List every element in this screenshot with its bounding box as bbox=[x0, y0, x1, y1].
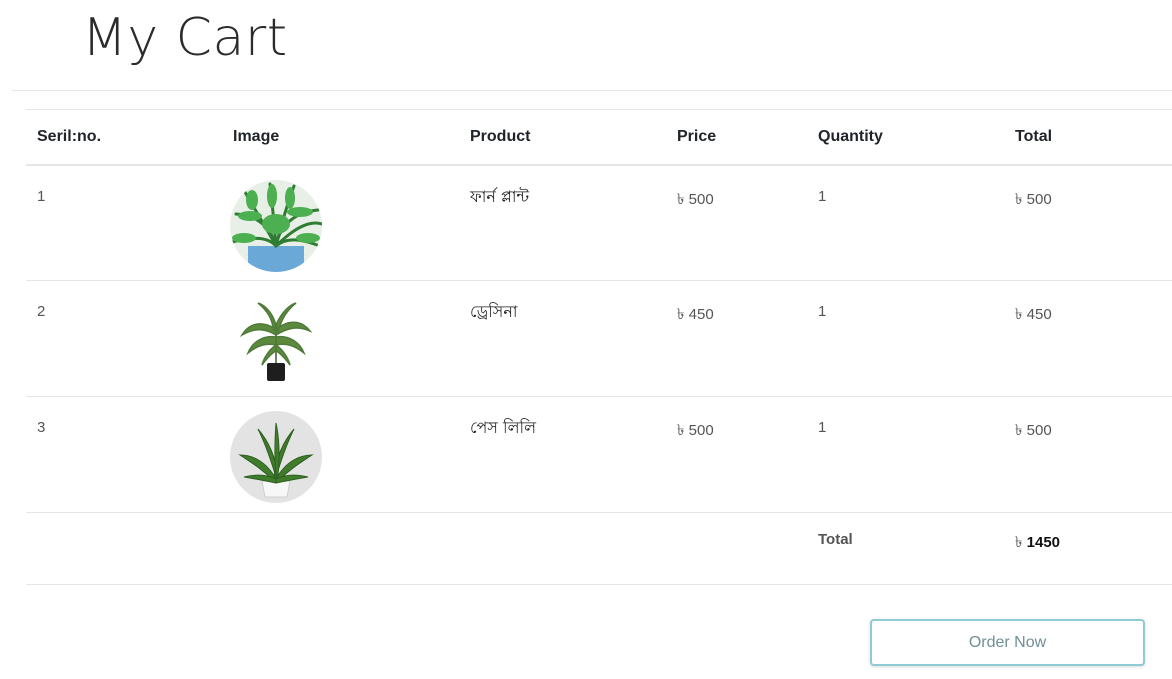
image-cell bbox=[222, 280, 459, 397]
header-serial: Seril:no. bbox=[26, 109, 222, 166]
empty-cell bbox=[26, 512, 222, 585]
header-image: Image bbox=[222, 109, 459, 166]
quantity-cell: 1 bbox=[807, 396, 1004, 513]
serial-cell: 3 bbox=[26, 396, 222, 513]
currency-symbol: ৳ bbox=[1015, 534, 1023, 551]
price-cell: ৳ 500 bbox=[666, 164, 807, 281]
row-total-cell: ৳ 500 bbox=[1004, 164, 1172, 281]
total-row: Total ৳ 1450 bbox=[26, 512, 1172, 585]
row-total-cell: ৳ 450 bbox=[1004, 280, 1172, 397]
header-price: Price bbox=[666, 109, 807, 166]
quantity-cell: 1 bbox=[807, 280, 1004, 397]
image-cell bbox=[222, 396, 459, 513]
empty-cell bbox=[459, 512, 666, 585]
product-name: ড্রেসিনা bbox=[459, 280, 666, 397]
order-now-button[interactable]: Order Now bbox=[870, 619, 1145, 666]
peace-lily-plant-image bbox=[230, 411, 322, 503]
header-product: Product bbox=[459, 109, 666, 166]
image-cell bbox=[222, 164, 459, 281]
table-row: 3 পেস লিলি ৳ 500 1 ৳ 500 bbox=[26, 396, 1172, 513]
row-total-cell: ৳ 500 bbox=[1004, 396, 1172, 513]
title-divider bbox=[12, 90, 1172, 91]
grand-total-value: ৳ 1450 bbox=[1004, 512, 1172, 585]
table-row: 2 ড্রেসিনা ৳ 450 1 ৳ 450 bbox=[26, 280, 1172, 397]
empty-cell bbox=[666, 512, 807, 585]
page-title: My Cart bbox=[82, 8, 288, 68]
fern-plant-image bbox=[230, 179, 322, 272]
header-quantity: Quantity bbox=[807, 109, 1004, 166]
price-cell: ৳ 500 bbox=[666, 396, 807, 513]
cart-table: Seril:no. Image Product Price Quantity T… bbox=[26, 109, 1172, 585]
header-total: Total bbox=[1004, 109, 1172, 166]
product-name: ফার্ন প্লান্ট bbox=[459, 164, 666, 281]
product-name: পেস লিলি bbox=[459, 396, 666, 513]
table-header-row: Seril:no. Image Product Price Quantity T… bbox=[26, 109, 1172, 166]
grand-total-amount: 1450 bbox=[1026, 534, 1061, 551]
dracaena-plant-image bbox=[230, 295, 322, 387]
empty-cell bbox=[222, 512, 459, 585]
serial-cell: 1 bbox=[26, 164, 222, 281]
grand-total-label: Total bbox=[807, 512, 1004, 585]
price-cell: ৳ 450 bbox=[666, 280, 807, 397]
serial-cell: 2 bbox=[26, 280, 222, 397]
quantity-cell: 1 bbox=[807, 164, 1004, 281]
cart-page: My Cart Seril:no. Image Product Price Qu… bbox=[0, 0, 1172, 679]
table-row: 1 ফার্ন প্লান্ট ৳ 500 1 ৳ 500 bbox=[26, 164, 1172, 281]
